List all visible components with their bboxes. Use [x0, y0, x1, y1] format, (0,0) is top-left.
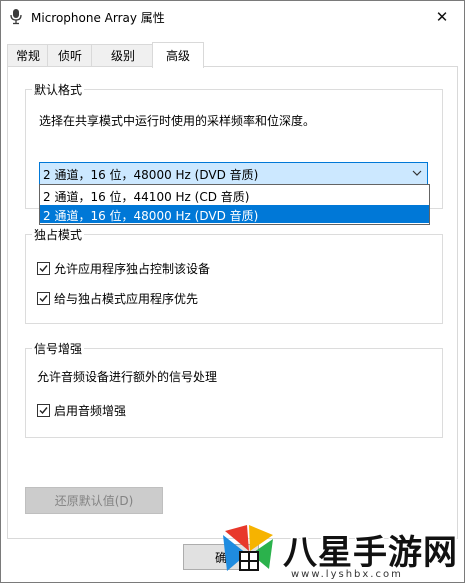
tab-levels[interactable]: 级别 [91, 44, 155, 66]
signal-enhancement-group: 信号增强 [25, 340, 443, 438]
signal-enhancement-label: 信号增强 [32, 340, 85, 357]
window-title: Microphone Array 属性 [31, 11, 165, 25]
close-button[interactable]: ✕ [420, 1, 464, 32]
watermark-logo-icon [217, 521, 279, 581]
checkbox-checked-icon [37, 403, 50, 417]
site-watermark: 八星手游网 www.lyshbx.com [213, 519, 463, 583]
checkbox-checked-icon [37, 261, 50, 275]
allow-exclusive-checkbox[interactable]: 允许应用程序独占控制该设备 [37, 260, 210, 276]
sample-rate-option-dvd[interactable]: 2 通道，16 位，48000 Hz (DVD 音质) [40, 205, 429, 223]
sample-rate-option-cd[interactable]: 2 通道，16 位，44100 Hz (CD 音质) [40, 186, 429, 204]
watermark-url: www.lyshbx.com [291, 569, 403, 580]
enable-enhancement-checkbox[interactable]: 启用音频增强 [37, 402, 126, 418]
exclusive-mode-group: 独占模式 [25, 226, 443, 324]
signal-enhancement-description: 允许音频设备进行额外的信号处理 [37, 370, 218, 384]
restore-defaults-label: 还原默认值(D) [54, 494, 134, 508]
exclusive-priority-checkbox[interactable]: 给与独占模式应用程序优先 [37, 290, 198, 306]
tab-advanced-label: 高级 [165, 49, 190, 63]
allow-exclusive-label: 允许应用程序独占控制该设备 [54, 261, 211, 276]
sample-rate-dropdown-list: 2 通道，16 位，44100 Hz (CD 音质) 2 通道，16 位，480… [39, 184, 430, 225]
exclusive-priority-label: 给与独占模式应用程序优先 [54, 291, 199, 306]
sample-rate-option-label: 2 通道，16 位，48000 Hz (DVD 音质) [43, 209, 259, 223]
sample-rate-combobox[interactable]: 2 通道，16 位，48000 Hz (DVD 音质) [39, 162, 428, 185]
sample-rate-selected: 2 通道，16 位，48000 Hz (DVD 音质) [43, 168, 259, 182]
exclusive-mode-label: 独占模式 [32, 226, 85, 243]
tab-general[interactable]: 常规 [7, 44, 49, 66]
default-format-label: 默认格式 [32, 81, 85, 98]
properties-window: Microphone Array 属性 ✕ 常规 侦听 级别 高级 默认格式 选… [0, 0, 465, 583]
default-format-description: 选择在共享模式中运行时使用的采样频率和位深度。 [39, 114, 316, 128]
enable-enhancement-label: 启用音频增强 [54, 403, 127, 418]
tab-listen-label: 侦听 [57, 49, 82, 63]
microphone-icon [9, 8, 23, 25]
close-icon: ✕ [435, 7, 449, 26]
checkbox-checked-icon [37, 291, 50, 305]
tab-general-label: 常规 [15, 49, 40, 63]
chevron-down-icon [412, 166, 422, 180]
tab-listen[interactable]: 侦听 [47, 44, 93, 66]
tab-levels-label: 级别 [110, 49, 135, 63]
restore-defaults-button[interactable]: 还原默认值(D) [25, 487, 163, 514]
watermark-text: 八星手游网 [283, 533, 458, 573]
title-bar[interactable]: Microphone Array 属性 ✕ [1, 1, 464, 32]
tab-advanced[interactable]: 高级 [152, 42, 204, 68]
sample-rate-option-label: 2 通道，16 位，44100 Hz (CD 音质) [43, 190, 250, 204]
